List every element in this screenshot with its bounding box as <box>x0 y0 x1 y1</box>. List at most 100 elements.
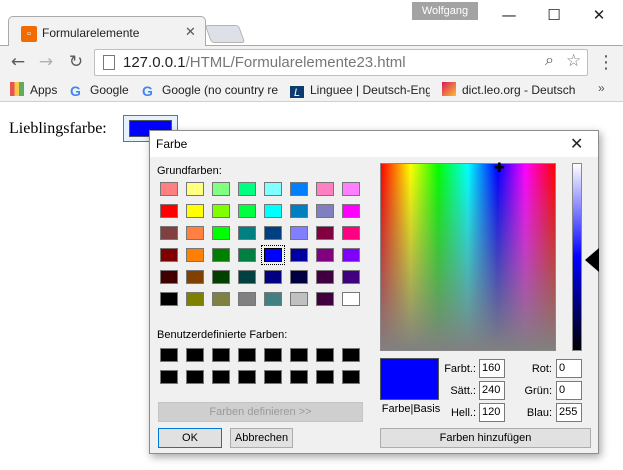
add-to-custom-colors-button[interactable]: Farben hinzufügen <box>380 428 591 448</box>
bookmark-leo[interactable]: dict.leo.org - Deutsch <box>442 82 586 98</box>
basic-color-swatch[interactable] <box>342 292 360 306</box>
basic-color-swatch[interactable] <box>264 292 282 306</box>
basic-color-swatch[interactable] <box>186 204 204 218</box>
basic-color-swatch[interactable] <box>316 226 334 240</box>
basic-color-swatch[interactable] <box>290 204 308 218</box>
custom-color-swatch[interactable] <box>264 370 282 384</box>
browser-menu-icon[interactable]: ⋮ <box>594 50 618 74</box>
spectrum-crosshair-icon[interactable]: ✚ <box>494 162 506 175</box>
color-spectrum[interactable] <box>380 163 556 351</box>
custom-color-swatch[interactable] <box>186 348 204 362</box>
basic-color-swatch[interactable] <box>160 226 178 240</box>
basic-color-swatch[interactable] <box>290 292 308 306</box>
profile-button[interactable]: Wolfgang <box>412 2 478 20</box>
basic-color-swatch[interactable] <box>290 248 308 262</box>
basic-color-swatch[interactable] <box>160 292 178 306</box>
custom-color-swatch[interactable] <box>186 370 204 384</box>
basic-color-swatch[interactable] <box>186 248 204 262</box>
custom-color-swatch[interactable] <box>290 370 308 384</box>
bookmark-apps[interactable]: Apps <box>10 82 62 98</box>
cancel-button[interactable]: Abbrechen <box>230 428 293 448</box>
basic-color-swatch[interactable] <box>264 204 282 218</box>
basic-color-swatch[interactable] <box>160 270 178 284</box>
browser-tab[interactable]: ▫ Formularelemente ✕ <box>8 16 206 47</box>
basic-color-swatch[interactable] <box>212 248 230 262</box>
tab-close-icon[interactable]: ✕ <box>185 24 196 40</box>
bookmarks-overflow-icon[interactable]: » <box>598 81 605 95</box>
basic-color-swatch[interactable] <box>238 292 256 306</box>
custom-color-swatch[interactable] <box>290 348 308 362</box>
basic-color-swatch[interactable] <box>212 182 230 196</box>
custom-color-swatch[interactable] <box>160 348 178 362</box>
maximize-icon[interactable]: ☐ <box>531 0 577 30</box>
close-window-icon[interactable]: ✕ <box>576 0 622 30</box>
basic-color-swatch[interactable] <box>316 182 334 196</box>
custom-color-swatch[interactable] <box>264 348 282 362</box>
basic-color-swatch[interactable] <box>186 182 204 196</box>
bookmark-google-ncr[interactable]: G Google (no country re <box>142 82 278 98</box>
basic-color-swatch[interactable] <box>160 182 178 196</box>
forward-arrow-icon[interactable]: → <box>34 50 58 74</box>
basic-color-swatch[interactable] <box>342 226 360 240</box>
dialog-close-icon[interactable]: ✕ <box>570 134 583 153</box>
basic-color-swatch[interactable] <box>238 270 256 284</box>
basic-color-swatch[interactable] <box>264 270 282 284</box>
reload-icon[interactable]: ↻ <box>64 50 88 74</box>
custom-color-swatch[interactable] <box>316 370 334 384</box>
green-field[interactable]: 0 <box>556 381 582 400</box>
basic-color-swatch[interactable] <box>238 204 256 218</box>
basic-color-swatch[interactable] <box>261 245 285 265</box>
basic-color-swatch[interactable] <box>316 204 334 218</box>
basic-color-swatch[interactable] <box>186 270 204 284</box>
basic-color-swatch[interactable] <box>160 248 178 262</box>
basic-color-swatch[interactable] <box>212 292 230 306</box>
luminance-field[interactable]: 120 <box>479 403 505 422</box>
basic-color-swatch[interactable] <box>186 292 204 306</box>
basic-color-swatch[interactable] <box>238 226 256 240</box>
address-bar[interactable]: 127.0.0.1/HTML/Formularelemente23.html ⌕… <box>94 49 588 76</box>
blue-field[interactable]: 255 <box>556 403 582 422</box>
google-icon: G <box>142 83 153 98</box>
basic-color-swatch[interactable] <box>342 182 360 196</box>
basic-color-swatch[interactable] <box>290 270 308 284</box>
bookmark-star-icon[interactable]: ☆ <box>566 51 581 71</box>
basic-color-swatch[interactable] <box>290 226 308 240</box>
basic-color-swatch[interactable] <box>238 182 256 196</box>
luminance-arrow-icon[interactable] <box>585 248 599 272</box>
minimize-icon[interactable]: — <box>486 0 532 30</box>
custom-color-swatch[interactable] <box>212 348 230 362</box>
custom-color-swatch[interactable] <box>238 348 256 362</box>
new-tab-button[interactable] <box>204 25 246 43</box>
luminance-slider[interactable] <box>572 163 582 351</box>
saturation-field[interactable]: 240 <box>479 381 505 400</box>
bookmark-google[interactable]: G Google <box>70 82 134 98</box>
basic-color-swatch[interactable] <box>316 292 334 306</box>
define-colors-button[interactable]: Farben definieren >> <box>158 402 363 422</box>
basic-color-swatch[interactable] <box>160 204 178 218</box>
custom-color-swatch[interactable] <box>238 370 256 384</box>
basic-color-swatch[interactable] <box>290 182 308 196</box>
custom-color-swatch[interactable] <box>342 348 360 362</box>
basic-color-swatch[interactable] <box>264 182 282 196</box>
basic-color-swatch[interactable] <box>186 226 204 240</box>
custom-color-swatch[interactable] <box>160 370 178 384</box>
basic-color-swatch[interactable] <box>342 204 360 218</box>
custom-color-swatch[interactable] <box>342 370 360 384</box>
basic-color-swatch[interactable] <box>212 270 230 284</box>
hue-field[interactable]: 160 <box>479 359 505 378</box>
basic-color-swatch[interactable] <box>212 204 230 218</box>
basic-color-swatch[interactable] <box>316 248 334 262</box>
red-field[interactable]: 0 <box>556 359 582 378</box>
custom-color-swatch[interactable] <box>316 348 334 362</box>
bookmark-linguee[interactable]: L Linguee | Deutsch-Eng <box>290 82 430 98</box>
basic-color-swatch[interactable] <box>212 226 230 240</box>
basic-color-swatch[interactable] <box>238 248 256 262</box>
basic-color-swatch[interactable] <box>316 270 334 284</box>
zoom-icon[interactable]: ⌕ <box>545 52 554 70</box>
basic-color-swatch[interactable] <box>342 270 360 284</box>
custom-color-swatch[interactable] <box>212 370 230 384</box>
basic-color-swatch[interactable] <box>264 226 282 240</box>
basic-color-swatch[interactable] <box>342 248 360 262</box>
ok-button[interactable]: OK <box>158 428 222 448</box>
back-arrow-icon[interactable]: ← <box>6 50 30 74</box>
